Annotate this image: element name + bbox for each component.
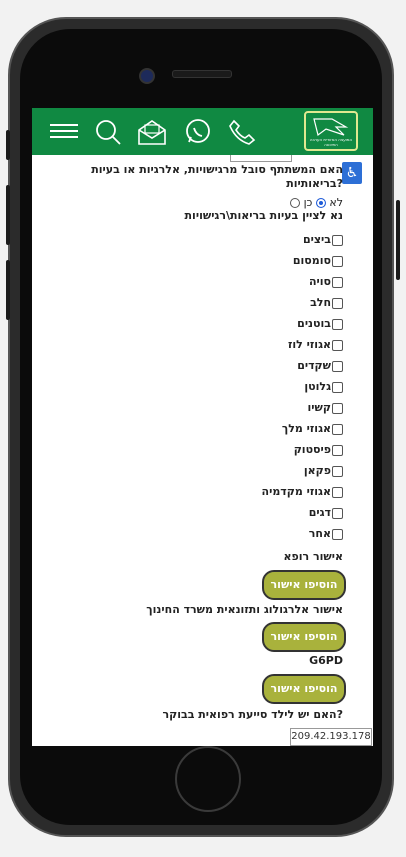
council-logo[interactable]: המועצה האזורית הערבה התיכונה — [304, 111, 358, 151]
top-navbar: המועצה האזורית הערבה התיכונה — [32, 108, 373, 155]
option-label: פקאן — [303, 464, 331, 477]
phone-icon[interactable] — [228, 118, 256, 150]
menu-icon[interactable] — [50, 122, 78, 144]
radio-yes-label: כן — [303, 196, 313, 209]
screen: המועצה האזורית הערבה התיכונה ♿ האם המשתת… — [32, 108, 373, 746]
radio-no-label: לא — [329, 196, 343, 209]
g6pd-label: G6PD — [309, 654, 343, 667]
option-checkbox[interactable] — [332, 507, 343, 519]
ip-address: 209.42.193.178 — [290, 728, 372, 746]
option-row[interactable]: דגים — [309, 506, 343, 519]
option-label: שקדים — [297, 359, 331, 372]
side-button-left-1 — [6, 130, 10, 160]
radio-yes[interactable] — [315, 198, 326, 208]
option-label: אגוזי לוז — [287, 338, 331, 351]
option-row[interactable]: סויה — [309, 275, 343, 288]
option-row[interactable]: אגוזי לוז — [288, 338, 343, 351]
option-checkbox[interactable] — [332, 486, 343, 498]
option-checkbox[interactable] — [332, 444, 343, 456]
option-checkbox[interactable] — [332, 297, 343, 309]
option-checkbox[interactable] — [332, 276, 343, 288]
allergy-question: האם המשתתף סובל מרגישויות, אלרגיות או בע… — [91, 163, 343, 190]
option-checkbox[interactable] — [332, 318, 343, 330]
option-row[interactable]: פיסטוק — [294, 443, 343, 456]
add-allergist-approval-button[interactable]: הוסיפו אישור — [262, 622, 346, 652]
option-label: דגים — [308, 506, 331, 519]
option-row[interactable]: פקאן — [304, 464, 343, 477]
option-row[interactable]: קשיו — [308, 401, 343, 414]
front-camera — [139, 68, 155, 84]
option-label: ביצים — [302, 233, 331, 246]
option-label: חלב — [310, 296, 331, 309]
option-row[interactable]: אגוזי מלך — [282, 422, 343, 435]
option-row[interactable]: ביצים — [303, 233, 343, 246]
option-checkbox[interactable] — [332, 402, 343, 414]
mail-icon[interactable] — [137, 118, 167, 150]
option-label: סויה — [308, 275, 331, 288]
earpiece-speaker — [172, 70, 232, 78]
option-checkbox[interactable] — [332, 381, 343, 393]
accessibility-icon[interactable]: ♿ — [342, 162, 362, 184]
morning-aide-question: האם יש לילד סייעת רפואית בבוקר? — [162, 708, 343, 721]
option-row[interactable]: סומסום — [293, 254, 343, 267]
option-row[interactable]: בוטנים — [297, 317, 343, 330]
option-label: פיסטוק — [293, 443, 331, 456]
option-row[interactable]: אגוזי מקדמיה — [262, 485, 343, 498]
option-checkbox[interactable] — [332, 528, 343, 540]
add-g6pd-approval-button[interactable]: הוסיפו אישור — [262, 674, 346, 704]
option-row[interactable]: שקדים — [297, 359, 343, 372]
radio-no[interactable] — [290, 198, 301, 208]
option-label: סומסום — [292, 254, 331, 267]
option-row[interactable]: חלב — [310, 296, 343, 309]
option-checkbox[interactable] — [332, 234, 343, 246]
add-doctor-approval-button[interactable]: הוסיפו אישור — [262, 570, 346, 600]
allergist-label: אישור אלרגולוג ותזונאית משרד החינוך — [146, 603, 343, 616]
logo-text: המועצה האזורית הערבה התיכונה — [309, 137, 353, 147]
option-checkbox[interactable] — [332, 465, 343, 477]
dropdown-edge — [230, 155, 292, 162]
allergy-radio-group: לא כן — [290, 196, 343, 209]
option-checkbox[interactable] — [332, 339, 343, 351]
side-button-left-2 — [6, 185, 10, 245]
option-label: קשיו — [307, 401, 331, 414]
home-button[interactable] — [175, 746, 241, 812]
option-row[interactable]: גלוטן — [304, 380, 343, 393]
specify-label: נא לציין בעיות בריאות\רגישויות — [184, 209, 343, 222]
option-label: אגוזי מלך — [281, 422, 331, 435]
side-button-left-3 — [6, 260, 10, 320]
doctor-approval-label: אישור רופא — [283, 550, 343, 563]
whatsapp-icon[interactable] — [184, 118, 212, 150]
option-checkbox[interactable] — [332, 360, 343, 372]
option-checkbox[interactable] — [332, 423, 343, 435]
option-label: גלוטן — [304, 380, 331, 393]
search-icon[interactable] — [94, 118, 122, 150]
option-label: אחר — [308, 527, 331, 540]
option-row[interactable]: אחר — [309, 527, 343, 540]
side-button-right — [396, 200, 400, 280]
option-checkbox[interactable] — [332, 255, 343, 267]
option-label: אגוזי מקדמיה — [261, 485, 331, 498]
option-label: בוטנים — [297, 317, 331, 330]
